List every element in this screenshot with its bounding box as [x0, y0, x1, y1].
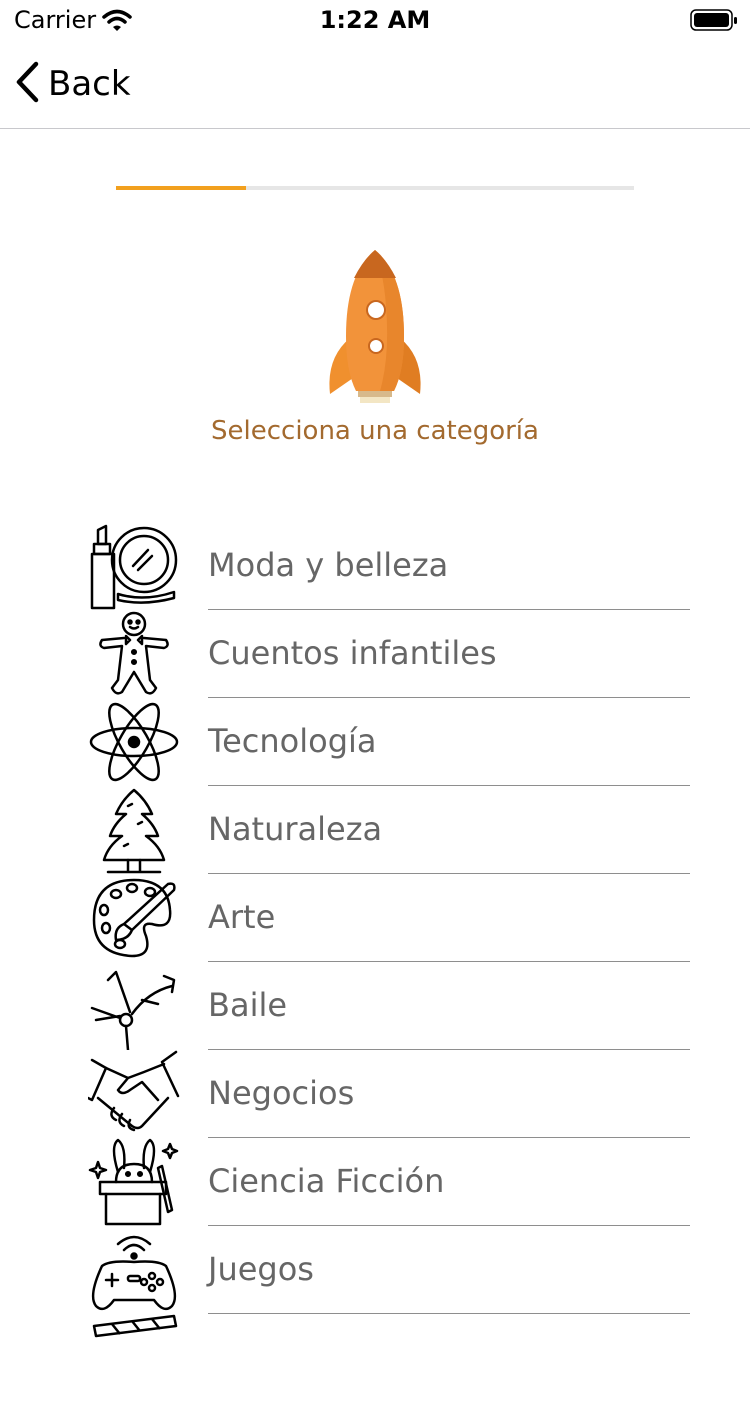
category-label: Baile	[208, 986, 288, 1024]
category-label: Tecnología	[208, 722, 377, 760]
category-label: Naturaleza	[208, 810, 383, 848]
category-list: Moda y belleza Cuentos infantiles Tecnol…	[0, 522, 750, 1402]
page-title: Selecciona una categoría	[211, 416, 539, 446]
category-row-negocios[interactable]: Negocios	[0, 1050, 750, 1138]
paint-palette-icon	[88, 874, 180, 962]
back-button[interactable]: Back	[14, 60, 131, 108]
category-label: Negocios	[208, 1074, 355, 1112]
gingerbread-man-icon	[88, 610, 180, 698]
category-label: Cuentos infantiles	[208, 634, 497, 672]
category-row-naturaleza[interactable]: Naturaleza	[0, 786, 750, 874]
battery-icon	[690, 8, 738, 36]
progress-fill	[116, 186, 246, 190]
category-label: Moda y belleza	[208, 546, 449, 584]
category-label: Ciencia Ficción	[208, 1162, 445, 1200]
chevron-left-icon	[14, 60, 40, 108]
category-label: Juegos	[208, 1250, 314, 1288]
clapperboard-icon	[88, 1314, 180, 1402]
breakdancer-icon	[88, 962, 180, 1052]
gamepad-icon	[88, 1226, 180, 1314]
progress-bar	[116, 186, 634, 190]
rocket-icon	[324, 246, 426, 410]
category-row-juegos[interactable]: Juegos	[0, 1226, 750, 1314]
category-row-cuentos-infantiles[interactable]: Cuentos infantiles	[0, 610, 750, 698]
category-row-arte[interactable]: Arte	[0, 874, 750, 962]
navigation-bar: Back	[0, 40, 750, 129]
category-row-partial[interactable]	[0, 1314, 750, 1402]
atom-icon	[88, 698, 180, 786]
category-row-baile[interactable]: Baile	[0, 962, 750, 1052]
lipstick-mirror-icon	[88, 522, 180, 610]
category-row-ciencia-ficcion[interactable]: Ciencia Ficción	[0, 1138, 750, 1226]
category-row-tecnologia[interactable]: Tecnología	[0, 698, 750, 786]
handshake-icon	[86, 1050, 180, 1138]
clock: 1:22 AM	[319, 6, 431, 34]
category-row-moda-y-belleza[interactable]: Moda y belleza	[0, 522, 750, 610]
pine-tree-icon	[88, 786, 180, 874]
magic-hat-rabbit-icon	[88, 1138, 180, 1226]
category-label: Arte	[208, 898, 276, 936]
status-bar: Carrier 1:22 AM	[0, 0, 750, 40]
back-label: Back	[48, 64, 131, 104]
